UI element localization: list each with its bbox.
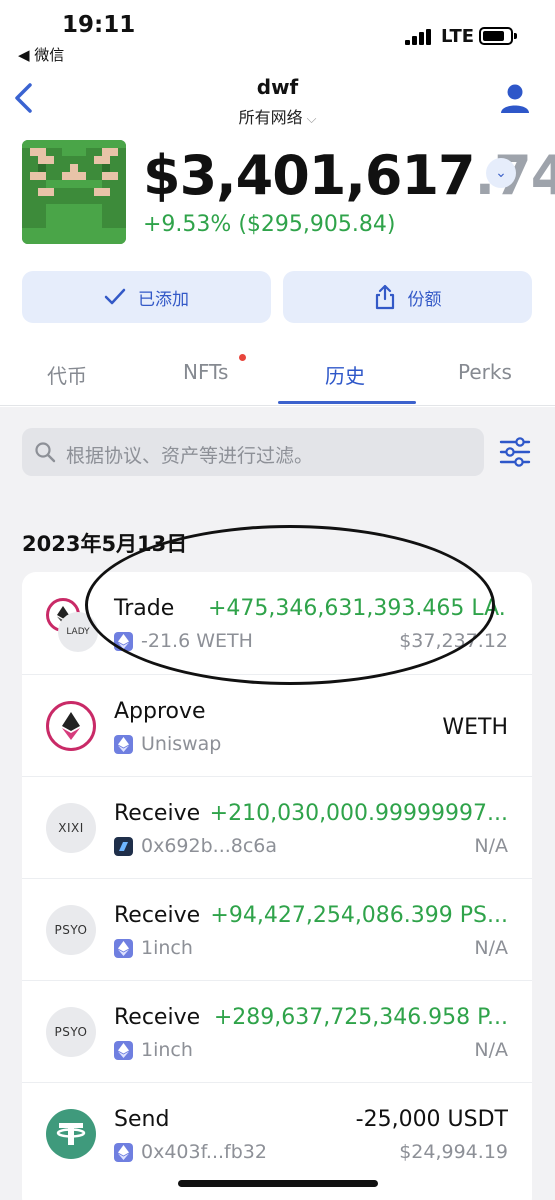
- balance-change: +9.53% ($295,905.84): [143, 212, 396, 237]
- row-subtitle: -21.6 WETH: [114, 630, 253, 652]
- tab-history[interactable]: 历史: [325, 360, 365, 389]
- row-amount: WETH: [442, 715, 508, 740]
- row-title: Receive: [114, 801, 201, 826]
- row-subtitle: 1inch: [114, 937, 193, 959]
- row-subtitle-text: 0x403f...fb32: [141, 1141, 267, 1163]
- row-subtitle: 0x692b...8c6a: [114, 835, 277, 857]
- wallet-avatar: [22, 140, 126, 244]
- filter-button[interactable]: [499, 434, 531, 470]
- search-input[interactable]: 根据协议、资产等进行过滤。: [22, 428, 484, 476]
- history-row-approve[interactable]: Approve Uniswap WETH: [22, 674, 532, 776]
- tab-nfts[interactable]: NFTs: [183, 360, 228, 384]
- row-subtitle: 1inch: [114, 1039, 193, 1061]
- row-subtitle-text: Uniswap: [141, 733, 222, 755]
- sliders-icon: [499, 437, 531, 467]
- active-tab-indicator: [278, 401, 416, 404]
- psyo-token-icon: PSYO: [46, 905, 96, 955]
- history-row-send[interactable]: Send 0x403f...fb32 -25,000 USDT $24,994.…: [22, 1082, 532, 1184]
- tab-bar: 代币 NFTs 历史 Perks: [0, 340, 555, 406]
- row-amount: +210,030,000.99999997...: [209, 801, 508, 826]
- row-subtitle-text: 0x692b...8c6a: [141, 835, 278, 857]
- chevron-down-icon: ⌵: [306, 112, 317, 127]
- ethereum-icon: [114, 1142, 133, 1162]
- history-row-receive[interactable]: XIXI Receive 0x692b...8c6a +210,030,000.…: [22, 776, 532, 878]
- history-row-receive[interactable]: PSYO Receive 1inch +94,427,254,086.399 P…: [22, 878, 532, 980]
- signal-icon: [405, 29, 435, 47]
- nfts-notification-dot: [239, 354, 246, 361]
- trade-token-icons: LADY: [46, 598, 98, 652]
- share-label: 份额: [407, 289, 442, 310]
- ethereum-icon: [114, 734, 133, 754]
- row-title: Send: [114, 1107, 170, 1132]
- network-icon: [114, 836, 133, 856]
- usdt-token-icon: [46, 1109, 96, 1159]
- user-icon: [501, 84, 529, 113]
- balance-main: $3,401,617: [143, 144, 476, 207]
- back-to-app-link[interactable]: ◀ 微信: [18, 44, 64, 65]
- row-subtitle-text: -21.6 WETH: [141, 630, 253, 652]
- wallet-name: dwf: [256, 75, 299, 99]
- psyo-token-icon: PSYO: [46, 1007, 96, 1057]
- status-bar: 19:11 ◀ 微信 LTE: [0, 0, 555, 70]
- row-value: $37,237.12: [399, 630, 508, 652]
- network-type: LTE: [441, 26, 475, 47]
- added-button[interactable]: 已添加: [22, 271, 271, 323]
- row-value: $24,994.19: [399, 1141, 508, 1163]
- eth-token-icon: [46, 701, 96, 751]
- status-time: 19:11: [62, 12, 136, 38]
- tab-perks[interactable]: Perks: [458, 360, 512, 384]
- row-title: Trade: [114, 596, 175, 621]
- row-subtitle-text: 1inch: [141, 937, 193, 959]
- search-icon: [35, 442, 56, 463]
- row-subtitle: 0x403f...fb32: [114, 1141, 267, 1163]
- row-title: Receive: [114, 903, 201, 928]
- ethereum-icon: [114, 1040, 133, 1060]
- share-icon: [375, 284, 394, 310]
- row-subtitle-text: 1inch: [141, 1039, 193, 1061]
- row-title: Approve: [114, 699, 206, 724]
- history-row-receive[interactable]: PSYO Receive 1inch +289,637,725,346.958 …: [22, 980, 532, 1082]
- row-value: N/A: [474, 937, 508, 959]
- row-amount: +289,637,725,346.958 P...: [213, 1005, 508, 1030]
- row-amount: -25,000 USDT: [355, 1107, 508, 1132]
- profile-button[interactable]: [498, 82, 532, 116]
- ethereum-icon: [114, 631, 133, 651]
- history-list: LADY Trade -21.6 WETH +475,346,631,393.4…: [22, 572, 532, 1200]
- balance-toggle-button[interactable]: ⌄: [486, 158, 516, 188]
- xixi-token-icon: XIXI: [46, 803, 96, 853]
- row-value: N/A: [474, 835, 508, 857]
- row-title: Receive: [114, 1005, 201, 1030]
- battery-icon: [479, 27, 517, 45]
- history-row-trade[interactable]: LADY Trade -21.6 WETH +475,346,631,393.4…: [22, 572, 532, 674]
- row-amount: +475,346,631,393.465 LA...: [208, 596, 508, 621]
- checkmark-icon: [104, 288, 126, 305]
- history-date: 2023年5月13日: [22, 532, 188, 556]
- network-label: 所有网络: [238, 108, 303, 127]
- network-selector[interactable]: 所有网络 ⌵: [0, 104, 555, 128]
- tab-tokens[interactable]: 代币: [47, 360, 87, 389]
- lady-token-icon: LADY: [58, 612, 98, 652]
- row-value: N/A: [474, 1039, 508, 1061]
- ethereum-icon: [114, 938, 133, 958]
- row-amount: +94,427,254,086.399 PS...: [210, 903, 508, 928]
- added-label: 已添加: [138, 289, 189, 310]
- row-subtitle: Uniswap: [114, 733, 221, 755]
- chevron-down-icon: ⌄: [495, 165, 507, 181]
- home-indicator: [178, 1180, 378, 1187]
- share-button[interactable]: 份额: [283, 271, 532, 323]
- search-placeholder: 根据协议、资产等进行过滤。: [66, 445, 314, 467]
